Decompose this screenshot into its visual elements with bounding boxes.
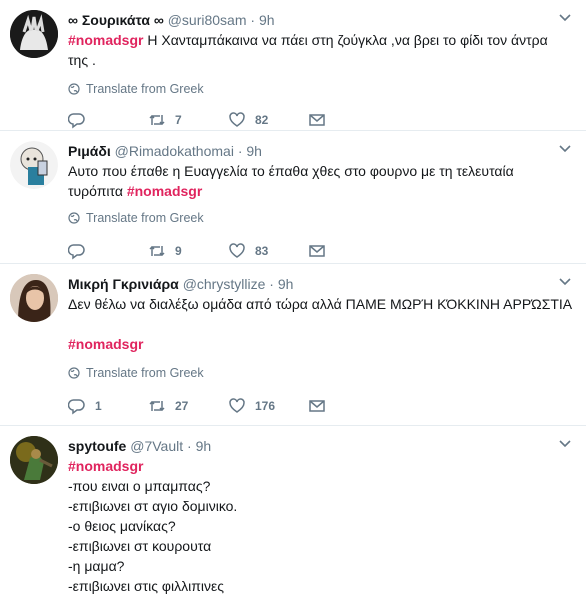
reply-button[interactable] xyxy=(68,111,148,129)
retweet-icon xyxy=(149,400,165,412)
chevron-down-icon[interactable] xyxy=(558,141,572,155)
retweet-button[interactable]: 27 xyxy=(148,397,228,415)
avatar[interactable] xyxy=(10,141,58,189)
avatar[interactable] xyxy=(10,436,58,484)
retweet-icon xyxy=(149,245,165,257)
tweet-text-line: -επιβιωνει στις φιλλιπινες xyxy=(68,578,224,594)
tweet-text-line: Αυτο που έπαθε η Ευαγγελία το έπαθα χθες… xyxy=(68,163,514,179)
like-icon xyxy=(229,243,245,258)
retweet-button[interactable]: 7 xyxy=(148,111,228,129)
handle[interactable]: @chrystyllize xyxy=(183,276,266,292)
message-button[interactable] xyxy=(308,111,388,129)
retweet-icon xyxy=(149,114,165,126)
globe-icon xyxy=(68,212,80,224)
timestamp[interactable]: 9h xyxy=(278,276,294,292)
reply-icon xyxy=(68,113,85,129)
retweet-count: 9 xyxy=(175,244,182,258)
handle[interactable]: @suri80sam xyxy=(168,12,247,28)
display-name[interactable]: spytoufe xyxy=(68,438,126,454)
timestamp[interactable]: 9h xyxy=(196,438,212,454)
like-button[interactable]: 82 xyxy=(228,111,308,129)
translate-link[interactable]: Translate from Greek xyxy=(68,364,574,382)
separator: · xyxy=(250,12,256,28)
separator: · xyxy=(237,143,243,159)
like-button[interactable]: 83 xyxy=(228,242,308,260)
retweet-button[interactable]: 9 xyxy=(148,242,228,260)
reply-icon xyxy=(68,244,85,260)
tweet-text-line: Δεν θέλω να διαλέξω ομάδα από τώρα αλλά … xyxy=(68,296,573,312)
translate-label[interactable]: Translate from Greek xyxy=(86,364,204,382)
translate-label[interactable]: Translate from Greek xyxy=(86,209,204,227)
tweet-text-line: τυρόπιτα xyxy=(68,183,127,199)
reply-icon xyxy=(68,399,85,415)
handle[interactable]: @7Vault xyxy=(130,438,183,454)
retweet-count: 7 xyxy=(175,113,182,127)
chevron-down-icon[interactable] xyxy=(558,274,572,288)
tweet-text-line: της . xyxy=(68,52,96,68)
display-name[interactable]: Μικρή Γκρινιάρα xyxy=(68,276,179,292)
message-icon xyxy=(309,400,325,412)
tweet[interactable]: ∞ Σουρικάτα ∞ @suri80sam · 9h #nomadsgr … xyxy=(0,0,586,131)
tweet-text: #nomadsgr -που ειναι ο μπαμπας? -επιβιων… xyxy=(68,456,574,596)
tweet[interactable]: Ριμάδι @Rimadokathomai · 9h Αυτο που έπα… xyxy=(0,131,586,264)
tweet[interactable]: spytoufe @7Vault · 9h #nomadsgr -που ειν… xyxy=(0,426,586,604)
like-icon xyxy=(229,398,245,413)
message-icon xyxy=(309,114,325,126)
tweet-header: ∞ Σουρικάτα ∞ @suri80sam · 9h xyxy=(68,10,574,30)
like-count: 176 xyxy=(255,399,276,413)
timestamp[interactable]: 9h xyxy=(259,12,275,28)
tweet[interactable]: Μικρή Γκρινιάρα @chrystyllize · 9h Δεν θ… xyxy=(0,264,586,426)
globe-icon xyxy=(68,367,80,379)
like-icon xyxy=(229,112,245,127)
hashtag-link[interactable]: #nomadsgr xyxy=(68,32,143,48)
handle[interactable]: @Rimadokathomai xyxy=(115,143,234,159)
retweet-count: 27 xyxy=(175,399,189,413)
separator: · xyxy=(187,438,192,454)
message-button[interactable] xyxy=(308,397,388,415)
separator: · xyxy=(269,276,274,292)
translate-link[interactable]: Translate from Greek xyxy=(68,209,574,227)
tweet-text-body: Η Χανταμπάκαινα να πάει στη ζούγκλα ,να … xyxy=(143,32,548,48)
message-icon xyxy=(309,245,325,257)
tweet-text-blank xyxy=(68,314,574,334)
reply-button[interactable]: 1 xyxy=(68,397,148,415)
hashtag-link[interactable]: #nomadsgr xyxy=(127,183,202,199)
tweet-text-line: -επιβιωνει στ αγιο δομινικο. xyxy=(68,498,238,514)
tweet-text-line: -επιβιωνει στ κουρουτα xyxy=(68,538,212,554)
tweet-actions: 1 27 176 xyxy=(68,388,574,424)
message-button[interactable] xyxy=(308,242,388,260)
avatar[interactable] xyxy=(10,10,58,58)
avatar[interactable] xyxy=(10,274,58,322)
like-count: 82 xyxy=(255,113,269,127)
tweet-header: spytoufe @7Vault · 9h xyxy=(68,436,574,456)
tweet-header: Ριμάδι @Rimadokathomai · 9h xyxy=(68,141,574,161)
tweet-text: #nomadsgr Η Χανταμπάκαινα να πάει στη ζο… xyxy=(68,30,574,70)
like-button[interactable]: 176 xyxy=(228,397,308,415)
tweet-header: Μικρή Γκρινιάρα @chrystyllize · 9h xyxy=(68,274,574,294)
translate-label[interactable]: Translate from Greek xyxy=(86,80,204,98)
like-count: 83 xyxy=(255,244,269,258)
timestamp[interactable]: 9h xyxy=(246,143,262,159)
tweet-text: Δεν θέλω να διαλέξω ομάδα από τώρα αλλά … xyxy=(68,294,574,354)
chevron-down-icon[interactable] xyxy=(558,436,572,450)
display-name[interactable]: Ριμάδι xyxy=(68,143,111,159)
tweet-text-line: -που ειναι ο μπαμπας? xyxy=(68,478,211,494)
hashtag-link[interactable]: #nomadsgr xyxy=(68,334,574,354)
translate-link[interactable]: Translate from Greek xyxy=(68,80,574,98)
reply-button[interactable] xyxy=(68,242,148,260)
display-name[interactable]: ∞ Σουρικάτα ∞ xyxy=(68,12,164,28)
tweet-text-line: -η μαμα? xyxy=(68,558,125,574)
tweet-text-line: -ο θειος μανίκας? xyxy=(68,518,176,534)
tweet-text: Αυτο που έπαθε η Ευαγγελία το έπαθα χθες… xyxy=(68,161,574,201)
globe-icon xyxy=(68,83,80,95)
reply-count: 1 xyxy=(95,399,102,413)
hashtag-link[interactable]: #nomadsgr xyxy=(68,456,574,476)
chevron-down-icon[interactable] xyxy=(558,10,572,24)
